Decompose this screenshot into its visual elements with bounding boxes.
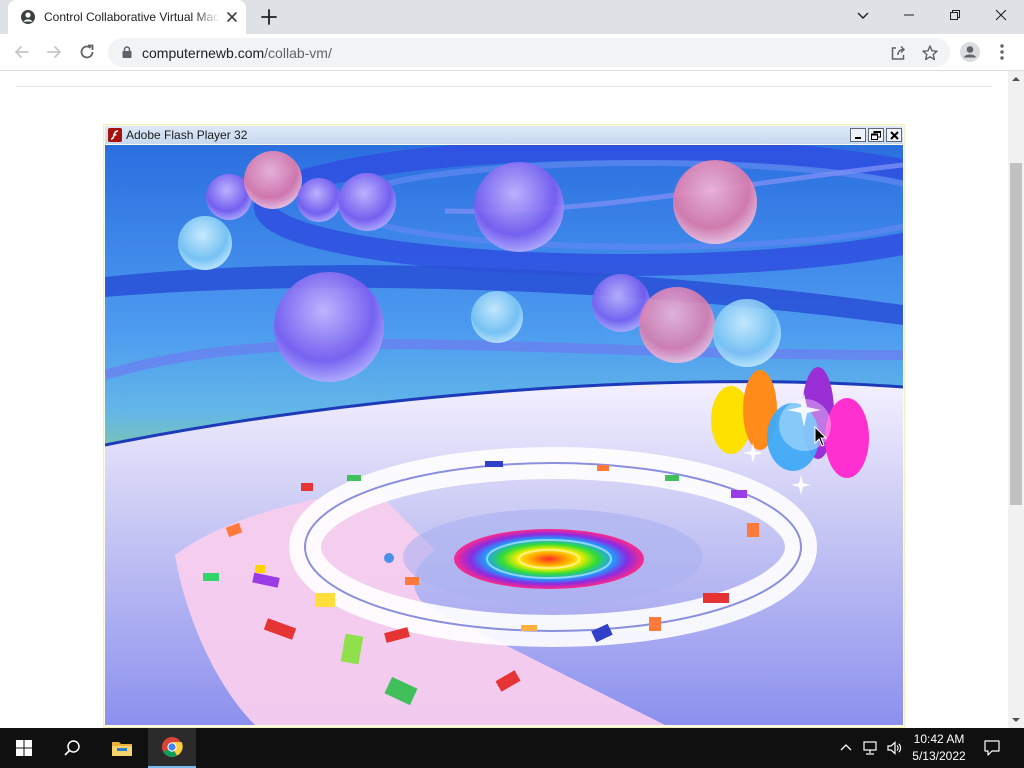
minimize-icon bbox=[904, 14, 914, 16]
clock-time: 10:42 AM bbox=[913, 732, 965, 746]
flash-titlebar[interactable]: Adobe Flash Player 32 bbox=[105, 126, 903, 144]
flash-close-button[interactable] bbox=[886, 128, 902, 142]
close-icon bbox=[889, 130, 899, 140]
chrome-taskbar-button[interactable] bbox=[148, 728, 196, 768]
restore-icon bbox=[950, 10, 960, 20]
kebab-menu-icon[interactable] bbox=[994, 42, 1010, 62]
volume-icon[interactable] bbox=[886, 740, 902, 756]
web-page: Adobe Flash Player 32 bbox=[0, 71, 1008, 728]
window-close-button[interactable] bbox=[978, 0, 1024, 30]
back-arrow-icon[interactable] bbox=[12, 42, 32, 62]
plus-icon[interactable] bbox=[259, 7, 279, 27]
url-path: /collab-vm/ bbox=[264, 45, 332, 61]
scroll-up-icon[interactable] bbox=[1012, 75, 1020, 83]
clock-date: 5/13/2022 bbox=[912, 749, 966, 763]
lock-icon[interactable] bbox=[120, 45, 134, 59]
flash-logo-icon bbox=[108, 128, 122, 142]
address-bar[interactable]: computernewb.com/collab-vm/ bbox=[108, 38, 950, 67]
notification-icon[interactable] bbox=[983, 739, 1001, 757]
restore-button[interactable] bbox=[932, 0, 978, 30]
page-scrollbar[interactable] bbox=[1008, 71, 1024, 728]
browser-toolbar: computernewb.com/collab-vm/ bbox=[0, 34, 1024, 71]
scroll-thumb[interactable] bbox=[1010, 163, 1022, 505]
start-button[interactable] bbox=[0, 728, 48, 768]
tab-search-button[interactable] bbox=[840, 0, 886, 30]
profile-icon[interactable] bbox=[959, 41, 981, 63]
url-host: computernewb.com bbox=[142, 45, 265, 61]
search-icon bbox=[64, 740, 80, 756]
star-icon[interactable] bbox=[921, 44, 939, 62]
network-icon[interactable] bbox=[862, 740, 878, 756]
restore-icon bbox=[871, 130, 881, 140]
file-explorer-button[interactable] bbox=[98, 728, 146, 768]
url-text[interactable]: computernewb.com/collab-vm/ bbox=[142, 45, 332, 61]
flash-restore-button[interactable] bbox=[868, 128, 884, 142]
browser-tab[interactable]: Control Collaborative Virtual Machine bbox=[8, 0, 246, 34]
flash-game-stage[interactable] bbox=[105, 145, 903, 725]
flash-player-window[interactable]: Adobe Flash Player 32 bbox=[103, 124, 905, 728]
minimize-icon bbox=[855, 137, 861, 139]
system-clock[interactable]: 10:42 AM 5/13/2022 bbox=[906, 731, 972, 765]
minimize-button[interactable] bbox=[886, 0, 932, 30]
game-scene[interactable] bbox=[105, 145, 903, 725]
close-icon bbox=[995, 9, 1007, 21]
reload-icon[interactable] bbox=[77, 42, 97, 62]
windows-start-icon bbox=[16, 740, 32, 756]
chrome-icon bbox=[162, 737, 183, 757]
share-icon[interactable] bbox=[889, 44, 907, 62]
tab-title: Control Collaborative Virtual Machine bbox=[44, 10, 220, 24]
chevron-up-icon[interactable] bbox=[838, 740, 854, 756]
windows-taskbar: 10:42 AM 5/13/2022 bbox=[0, 728, 1024, 768]
scroll-down-icon[interactable] bbox=[1012, 716, 1020, 724]
flash-minimize-button[interactable] bbox=[850, 128, 866, 142]
flash-window-title: Adobe Flash Player 32 bbox=[126, 128, 248, 142]
close-icon[interactable] bbox=[224, 9, 240, 25]
chevron-down-icon bbox=[857, 12, 869, 19]
forward-arrow-icon[interactable] bbox=[44, 42, 64, 62]
page-divider bbox=[16, 86, 992, 87]
tab-strip: Control Collaborative Virtual Machine bbox=[0, 0, 1024, 34]
folder-icon bbox=[112, 742, 132, 756]
taskbar-search-button[interactable] bbox=[48, 728, 96, 768]
vm-favicon-icon bbox=[21, 10, 35, 24]
